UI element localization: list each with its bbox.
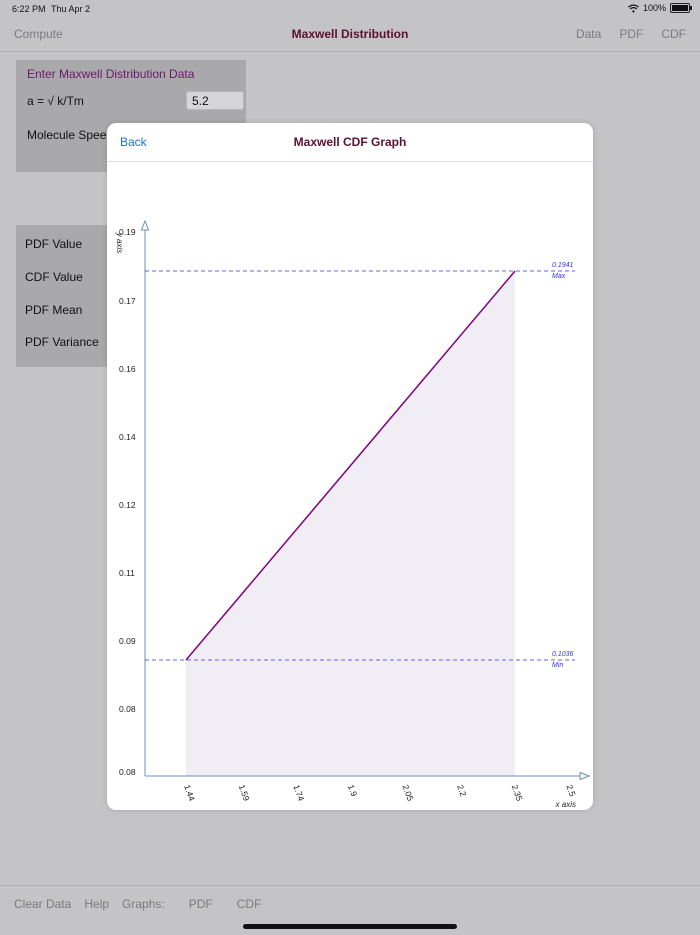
molecule-speed-label: Molecule Speed [27, 128, 114, 142]
y-tick-label: 0.09 [119, 636, 136, 646]
a-parameter-label: a = √ k/Tm [27, 94, 84, 108]
y-tick-label: 0.11 [119, 568, 135, 578]
x-tick-label: 2.2 [455, 783, 469, 798]
battery-percent: 100% [642, 3, 666, 13]
x-axis-label: x axis [555, 800, 576, 809]
max-label: Max [552, 273, 566, 280]
cdf-button[interactable]: CDF [661, 27, 686, 41]
input-panel-heading: Enter Maxwell Distribution Data [27, 67, 195, 81]
nav-right-items: Data PDF CDF [576, 27, 686, 41]
a-parameter-input[interactable]: 5.2 [186, 91, 244, 110]
pdf-graph-button[interactable]: PDF [189, 897, 213, 911]
y-tick-label: 0.14 [119, 432, 136, 442]
status-bar: 6:22 PM Thu Apr 2 100% [0, 0, 700, 18]
navigation-bar: Compute Maxwell Distribution Data PDF CD… [0, 18, 700, 52]
y-tick-label: 0.12 [119, 500, 136, 510]
cdf-graph-modal: Back Maxwell CDF Graph y axis x axis 0.19 0… [107, 123, 593, 810]
cdf-value-label: CDF Value [25, 270, 83, 284]
x-axis-arrow [579, 771, 591, 781]
pdf-variance-label: PDF Variance [25, 335, 99, 349]
data-button[interactable]: Data [576, 27, 601, 41]
toolbar-items: Clear Data Help Graphs: PDF CDF [14, 897, 274, 911]
cdf-area-fill [186, 271, 516, 776]
battery-icon [670, 3, 692, 13]
pdf-mean-label: PDF Mean [25, 303, 83, 317]
y-tick-label: 0.19 [119, 227, 136, 237]
min-value-label: 0.1036 [552, 651, 574, 658]
clear-data-button[interactable]: Clear Data [14, 897, 71, 911]
status-time: 6:22 PM [12, 4, 46, 14]
y-tick-label: 0.16 [119, 364, 136, 374]
home-indicator[interactable] [243, 924, 457, 929]
y-tick-label: 0.08 [119, 767, 136, 777]
battery-level [672, 5, 688, 11]
y-tick-label: 0.08 [119, 704, 136, 714]
x-tick-label: 1.44 [182, 783, 197, 802]
x-tick-label: 1.59 [237, 783, 252, 802]
min-label: Min [552, 662, 563, 669]
help-button[interactable]: Help [84, 897, 109, 911]
x-tick-label: 1.9 [346, 783, 360, 798]
cdf-chart: y axisx axis0.190.170.160.140.120.110.09… [115, 219, 591, 809]
graphs-label: Graphs: [122, 897, 165, 911]
pdf-value-label: PDF Value [25, 237, 83, 251]
x-tick-label: 2.05 [401, 783, 416, 802]
max-value-label: 0.1941 [552, 262, 574, 269]
y-tick-label: 0.17 [119, 296, 136, 306]
wifi-icon [628, 4, 639, 12]
status-indicators: 100% [628, 3, 692, 13]
x-tick-label: 2.35 [510, 783, 525, 802]
cdf-graph-button[interactable]: CDF [237, 897, 262, 911]
pdf-button[interactable]: PDF [619, 27, 643, 41]
status-date: Thu Apr 2 [51, 4, 91, 14]
x-tick-label: 2.5 [564, 783, 578, 798]
x-tick-label: 1.74 [291, 783, 306, 802]
results-panel: PDF Value CDF Value PDF Mean PDF Varianc… [16, 225, 116, 367]
y-axis-arrow [140, 219, 150, 231]
